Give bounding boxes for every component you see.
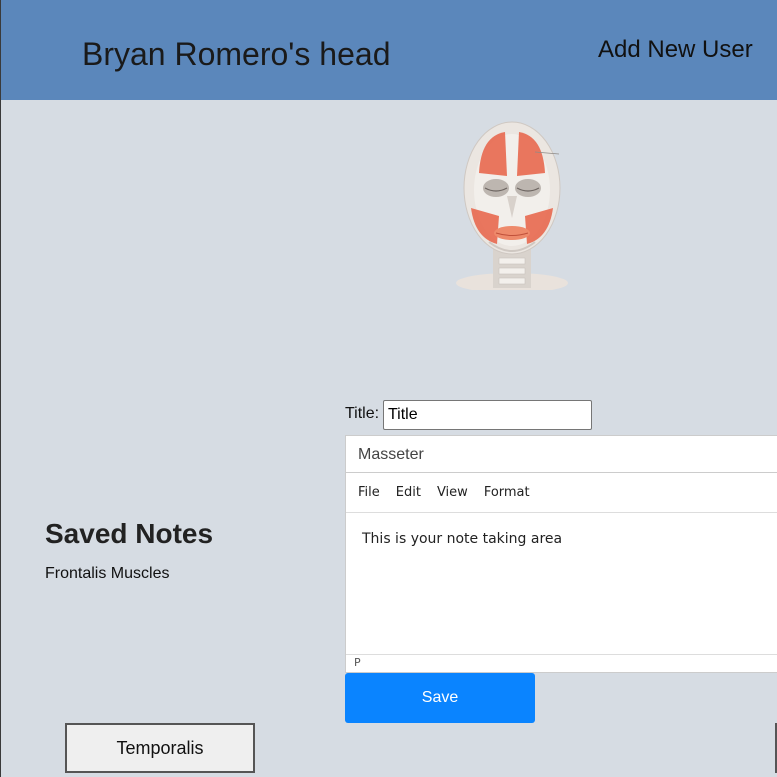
editor-heading: Masseter — [346, 436, 777, 473]
editor-statusbar: P — [346, 654, 777, 672]
note-content-area[interactable]: This is your note taking area — [346, 513, 777, 654]
head-muscles-illustration[interactable] — [449, 118, 575, 290]
mouth-shape — [494, 226, 530, 240]
eye-socket-left — [483, 179, 509, 197]
editor-menubar: File Edit View Format — [346, 473, 777, 513]
add-new-user-link[interactable]: Add New User — [598, 36, 753, 64]
menu-file[interactable]: File — [354, 481, 388, 504]
page-title: Bryan Romero's head — [82, 36, 391, 72]
note-editor: Masseter File Edit View Format This is y… — [345, 435, 777, 673]
menu-view[interactable]: View — [433, 481, 476, 504]
title-label: Title: — [345, 405, 380, 422]
eye-socket-right — [515, 179, 541, 197]
menu-edit[interactable]: Edit — [392, 481, 429, 504]
saved-notes-title: Saved Notes — [45, 518, 214, 549]
save-button[interactable]: Save — [345, 673, 535, 723]
app-header: Bryan Romero's head Add New User — [1, 0, 777, 100]
title-input[interactable] — [383, 400, 592, 430]
vertebra-shape — [498, 267, 526, 275]
vertebra-shape — [498, 257, 526, 265]
saved-note-item[interactable]: Frontalis Muscles — [45, 565, 169, 583]
menu-format[interactable]: Format — [480, 481, 538, 504]
vertebra-shape — [498, 277, 526, 285]
temporalis-button[interactable]: Temporalis — [65, 723, 255, 773]
